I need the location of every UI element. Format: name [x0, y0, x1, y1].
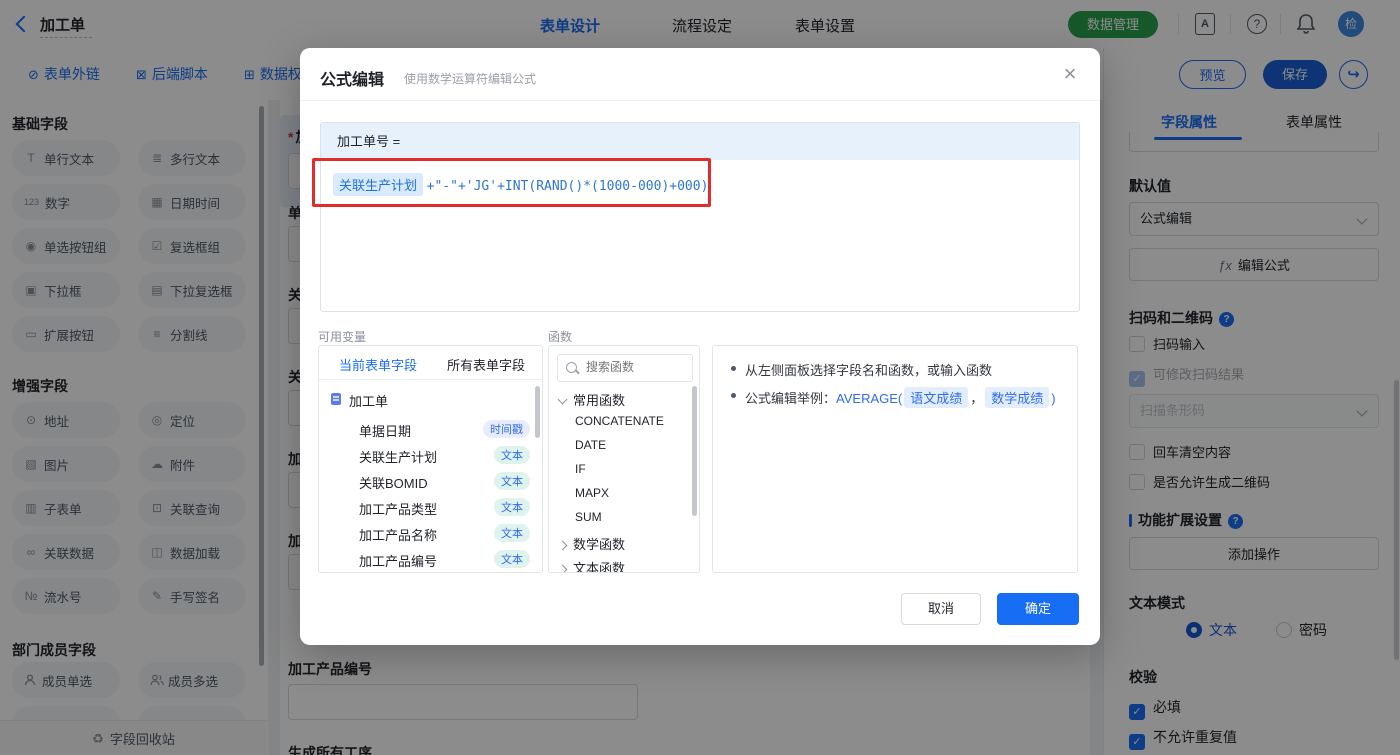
- variable-row[interactable]: 单据日期 时间戳: [319, 416, 542, 442]
- type-badge: 文本: [494, 498, 530, 516]
- tab-current-form-fields[interactable]: 当前表单字段: [339, 355, 417, 374]
- functions-label: 函数: [548, 330, 573, 344]
- search-icon: [566, 362, 577, 373]
- fn-item[interactable]: MAPX: [575, 486, 609, 500]
- variable-row[interactable]: 关联BOMID 文本: [319, 468, 542, 494]
- chevron-right-icon: [557, 564, 568, 572]
- function-search[interactable]: [557, 354, 693, 382]
- type-badge: 文本: [494, 550, 530, 568]
- help-line-2: 公式编辑举例：AVERAGE(语文成绩，数学成绩): [745, 387, 1056, 408]
- functions-panel: 常用函数 CONCATENATE DATE IF MAPX SUM 数学函数 文…: [548, 345, 700, 573]
- search-input[interactable]: [584, 359, 688, 375]
- type-badge: 文本: [494, 524, 530, 542]
- variables-label: 可用变量: [318, 330, 367, 344]
- modal-subtitle: 使用数学运算符编辑公式: [404, 72, 537, 86]
- chevron-down-icon: [557, 394, 568, 405]
- formula-editor[interactable]: 加工单号 = 关联生产计划 +"-"+'JG'+INT(RAND()*(1000…: [320, 122, 1080, 312]
- fn-item[interactable]: DATE: [575, 438, 606, 452]
- type-badge: 时间戳: [483, 420, 530, 438]
- formula-target: 加工单号 =: [321, 123, 1079, 160]
- variable-row[interactable]: 加工产品名称 文本: [319, 520, 542, 546]
- variables-scrollbar[interactable]: [535, 386, 540, 438]
- variables-root-node[interactable]: 加工单: [319, 386, 542, 412]
- form-doc-icon: [331, 393, 341, 405]
- fn-item[interactable]: IF: [575, 462, 586, 476]
- formula-edit-modal: 公式编辑 使用数学运算符编辑公式 × 加工单号 = 关联生产计划 +"-"+'J…: [300, 48, 1100, 645]
- type-badge: 文本: [494, 472, 530, 490]
- bullet-dot: [731, 366, 736, 371]
- type-badge: 文本: [494, 446, 530, 464]
- fn-group-text[interactable]: 文本函数: [557, 558, 625, 572]
- bullet-dot: [731, 393, 736, 398]
- confirm-button[interactable]: 确定: [997, 593, 1079, 625]
- functions-scrollbar[interactable]: [692, 386, 697, 516]
- chevron-right-icon: [557, 540, 568, 551]
- variable-row[interactable]: 加工产品类型 文本: [319, 494, 542, 520]
- example-chip: 语文成绩: [904, 387, 969, 408]
- help-panel: 从左侧面板选择字段名和函数，或输入函数 公式编辑举例：AVERAGE(语文成绩，…: [712, 345, 1078, 573]
- modal-title: 公式编辑: [320, 72, 385, 89]
- variables-panel: 当前表单字段 所有表单字段 加工单 单据日期 时间戳 关联生产计划 文本 关联BOM…: [318, 345, 543, 573]
- tab-all-form-fields[interactable]: 所有表单字段: [447, 355, 525, 374]
- fn-group-common[interactable]: 常用函数: [557, 390, 625, 409]
- divider: [319, 379, 542, 380]
- highlight-red-box: [312, 158, 711, 207]
- fn-item[interactable]: SUM: [575, 510, 602, 524]
- cancel-button[interactable]: 取消: [901, 593, 981, 625]
- variable-row[interactable]: 加工产品编号 文本: [319, 546, 542, 572]
- close-icon[interactable]: ×: [1058, 62, 1082, 86]
- divider: [300, 100, 1100, 101]
- fn-group-math[interactable]: 数学函数: [557, 534, 625, 553]
- help-line-1: 从左侧面板选择字段名和函数，或输入函数: [745, 363, 993, 378]
- example-chip: 数学成绩: [985, 387, 1050, 408]
- app-screen: 加工单 表单设计 流程设定 表单设置 数据管理 A ? 检 ⊘ 表单外链 ⊠ 后端脚…: [0, 0, 1400, 755]
- variable-row[interactable]: 关联生产计划 文本: [319, 442, 542, 468]
- fn-item[interactable]: CONCATENATE: [575, 414, 664, 428]
